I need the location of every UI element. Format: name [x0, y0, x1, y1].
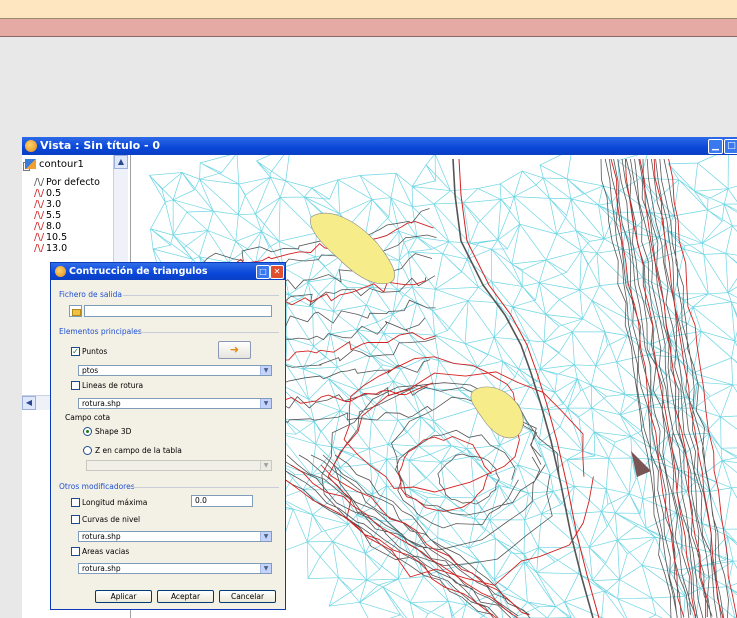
elevation-field-label: Campo cota — [65, 413, 111, 422]
view-title: Vista : Sin título - 0 — [40, 139, 161, 152]
list-item: /\/0.5 — [34, 188, 62, 199]
top-toolbar-band — [0, 0, 737, 19]
chevron-down-icon[interactable]: ▼ — [260, 366, 271, 375]
dialog-title: Contrucción de triangulos — [69, 266, 208, 277]
empty-areas-label: Areas vacias — [82, 547, 130, 556]
maximize-icon[interactable]: □ — [256, 265, 270, 279]
water-body — [470, 386, 524, 439]
layer-name: contour1 — [39, 159, 84, 170]
divider — [123, 295, 279, 296]
line-symbol-icon: /\/ — [34, 232, 45, 243]
list-item: /\/3.0 — [34, 199, 62, 210]
chevron-down-icon[interactable]: ▼ — [260, 399, 271, 408]
line-symbol-icon: /\/ — [34, 199, 45, 210]
output-group-label: Fichero de salida — [59, 290, 123, 299]
apply-button[interactable]: Aplicar — [95, 590, 152, 603]
layer-entry[interactable]: contour1 — [25, 159, 84, 170]
contours-layer-select[interactable]: rotura.shp ▼ — [78, 531, 272, 542]
points-layer-select[interactable]: ptos ▼ — [78, 365, 272, 376]
max-length-label: Longitud máxima — [82, 498, 148, 507]
close-icon[interactable]: ✕ — [270, 265, 284, 279]
app-icon — [55, 266, 66, 277]
breaklines-label: Lineas de rotura — [82, 381, 144, 390]
legend-list: /\/Por defecto /\/0.5 /\/3.0 /\/5.5 /\/8… — [34, 177, 100, 254]
app-icon — [25, 140, 37, 152]
dialog-titlebar[interactable]: Contrucción de triangulos □ ✕ — [51, 263, 285, 280]
accept-button[interactable]: Aceptar — [157, 590, 214, 603]
z-field-label: Z en campo de la tabla — [95, 446, 182, 455]
shape3d-label: Shape 3D — [95, 427, 132, 436]
cancel-button[interactable]: Cancelar — [219, 590, 276, 603]
swap-arrow-icon[interactable]: ➜ — [218, 341, 251, 359]
contours-label: Curvas de nivel — [82, 515, 141, 524]
breaklines-layer-select[interactable]: rotura.shp ▼ — [78, 398, 272, 409]
dark-region — [631, 451, 651, 477]
list-item: /\/8.0 — [34, 221, 62, 232]
divider — [139, 332, 279, 333]
folder-icon[interactable] — [69, 305, 82, 317]
points-label: Puntos — [82, 347, 108, 356]
line-symbol-icon: /\/ — [34, 188, 45, 199]
max-length-checkbox[interactable] — [71, 498, 80, 507]
chevron-down-icon[interactable]: ▼ — [260, 461, 271, 470]
list-item: /\/10.5 — [34, 232, 68, 243]
main-group-label: Elementos principales — [59, 327, 142, 336]
line-symbol-icon: /\/ — [34, 210, 45, 221]
triangulation-dialog[interactable]: Contrucción de triangulos □ ✕ Fichero de… — [50, 262, 286, 610]
contours-checkbox[interactable] — [71, 515, 80, 524]
empty-areas-checkbox[interactable] — [71, 547, 80, 556]
scroll-up-icon[interactable]: ▲ — [114, 155, 128, 169]
output-file-input[interactable] — [84, 305, 272, 317]
list-item: /\/13.0 — [34, 243, 68, 254]
breaklines-checkbox[interactable] — [71, 381, 80, 390]
layer-icon — [25, 159, 36, 169]
list-item: /\/5.5 — [34, 210, 62, 221]
shape3d-radio[interactable] — [83, 427, 92, 436]
z-field-radio[interactable] — [83, 446, 92, 455]
scroll-left-icon[interactable]: ◀ — [22, 396, 36, 410]
maximize-icon[interactable]: □ — [724, 139, 737, 154]
divider — [133, 487, 279, 488]
empty-areas-layer-select[interactable]: rotura.shp ▼ — [78, 563, 272, 574]
modifiers-group-label: Otros modificadores — [59, 482, 135, 491]
line-symbol-icon: /\/ — [34, 177, 45, 188]
points-checkbox[interactable]: ✓ — [71, 347, 80, 356]
status-band — [0, 19, 737, 37]
line-symbol-icon: /\/ — [34, 221, 45, 232]
max-length-input[interactable]: 0.0 — [191, 495, 253, 507]
list-item: /\/Por defecto — [34, 177, 100, 188]
z-field-select[interactable]: ▼ — [86, 460, 272, 471]
chevron-down-icon[interactable]: ▼ — [260, 532, 271, 541]
chevron-down-icon[interactable]: ▼ — [260, 564, 271, 573]
line-symbol-icon: /\/ — [34, 243, 45, 254]
minimize-icon[interactable]: ▁ — [708, 139, 723, 154]
view-titlebar[interactable]: Vista : Sin título - 0 ▁ □ — [22, 137, 737, 155]
